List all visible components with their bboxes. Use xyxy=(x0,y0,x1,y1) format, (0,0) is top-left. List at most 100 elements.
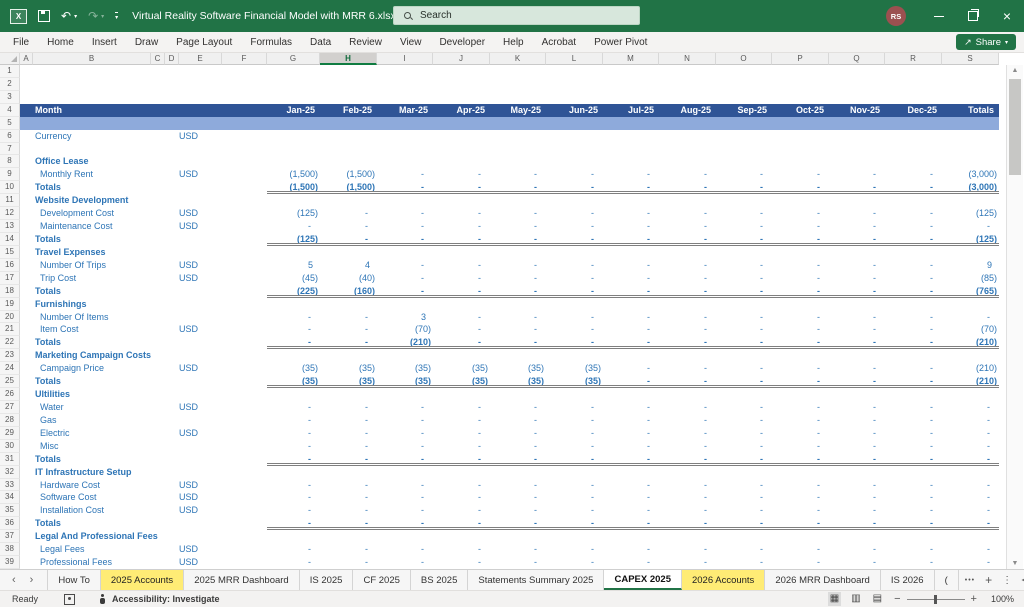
value-cell[interactable]: - xyxy=(546,323,603,336)
unit-cell[interactable]: USD xyxy=(179,207,222,220)
value-cell[interactable]: - xyxy=(433,556,490,569)
value-cell[interactable] xyxy=(377,130,433,143)
menu-tab-data[interactable]: Data xyxy=(301,32,340,53)
cell[interactable] xyxy=(20,349,33,362)
value-cell[interactable]: - xyxy=(546,543,603,556)
value-cell[interactable]: - xyxy=(659,556,716,569)
value-cell[interactable]: - xyxy=(772,323,829,336)
share-button[interactable]: ↗ Share ▾ xyxy=(956,34,1016,50)
value-cell[interactable]: - xyxy=(885,181,942,195)
value-cell[interactable]: (1,500) xyxy=(267,168,320,181)
value-cell[interactable]: - xyxy=(772,479,829,492)
value-cell[interactable]: - xyxy=(490,220,546,233)
row-header-24[interactable]: 24 xyxy=(0,362,20,376)
row-header-27[interactable]: 27 xyxy=(0,400,20,414)
menu-tab-page-layout[interactable]: Page Layout xyxy=(167,32,241,53)
unit-cell[interactable] xyxy=(179,414,222,427)
column-header-f[interactable]: F xyxy=(222,53,267,65)
value-cell[interactable]: - xyxy=(433,272,490,285)
column-header-g[interactable]: G xyxy=(267,53,320,65)
normal-view-button[interactable]: ▦ xyxy=(827,592,842,606)
record-macro-icon[interactable] xyxy=(64,593,76,605)
value-cell[interactable]: (35) xyxy=(320,375,377,389)
cell[interactable] xyxy=(222,479,267,492)
row-header-9[interactable]: 9 xyxy=(0,168,20,182)
row-label-trip-cost[interactable]: Trip Cost xyxy=(33,272,179,285)
unit-cell[interactable]: USD xyxy=(179,220,222,233)
sheet-tab-statements-summary-2025[interactable]: Statements Summary 2025 xyxy=(468,570,605,590)
horizontal-scrollbar[interactable]: ◄ ► xyxy=(1020,570,1024,590)
value-cell[interactable]: - xyxy=(659,336,716,350)
value-cell[interactable]: - xyxy=(320,311,377,324)
value-cell[interactable]: - xyxy=(490,401,546,414)
row-header-10[interactable]: 10 xyxy=(0,181,20,195)
value-cell[interactable]: - xyxy=(716,504,772,517)
value-cell[interactable]: (125) xyxy=(267,233,320,246)
column-header-a[interactable]: A xyxy=(20,53,33,65)
value-cell[interactable]: - xyxy=(377,272,433,285)
value-cell[interactable]: - xyxy=(603,362,659,375)
row-header-36[interactable]: 36 xyxy=(0,517,20,531)
value-cell[interactable]: (35) xyxy=(433,375,490,389)
row-label-totals[interactable]: Totals xyxy=(33,453,179,466)
value-cell[interactable]: - xyxy=(772,181,829,195)
section-label-it-infrastructure-setup[interactable]: IT Infrastructure Setup xyxy=(33,466,267,479)
value-cell[interactable]: - xyxy=(433,517,490,531)
cell[interactable] xyxy=(222,543,267,556)
value-cell[interactable]: - xyxy=(267,491,320,504)
value-cell[interactable]: - xyxy=(829,375,885,389)
value-cell[interactable]: - xyxy=(490,453,546,466)
value-cell[interactable] xyxy=(942,130,999,143)
unit-cell[interactable] xyxy=(179,336,222,349)
value-cell[interactable]: (35) xyxy=(377,375,433,389)
unit-cell[interactable]: USD xyxy=(179,427,222,440)
value-cell[interactable]: - xyxy=(433,504,490,517)
row-header-25[interactable]: 25 xyxy=(0,375,20,389)
section-label-travel-expenses[interactable]: Travel Expenses xyxy=(33,246,267,259)
row-header-15[interactable]: 15 xyxy=(0,245,20,259)
value-cell[interactable]: - xyxy=(716,491,772,504)
value-cell[interactable]: - xyxy=(772,168,829,181)
value-cell[interactable]: - xyxy=(546,479,603,492)
value-cell[interactable]: - xyxy=(267,517,320,531)
value-cell[interactable]: - xyxy=(546,517,603,531)
cell[interactable] xyxy=(222,491,267,504)
value-cell[interactable]: - xyxy=(716,543,772,556)
value-cell[interactable]: - xyxy=(942,311,999,324)
cell[interactable] xyxy=(179,103,222,117)
value-cell[interactable]: - xyxy=(433,414,490,427)
menu-tab-draw[interactable]: Draw xyxy=(126,32,167,53)
value-cell[interactable]: - xyxy=(490,168,546,181)
cell[interactable] xyxy=(222,103,267,117)
value-cell[interactable]: - xyxy=(885,362,942,375)
value-cell[interactable]: - xyxy=(885,491,942,504)
value-cell[interactable]: - xyxy=(716,479,772,492)
value-cell[interactable]: - xyxy=(603,168,659,181)
value-cell[interactable]: - xyxy=(603,181,659,195)
unit-cell[interactable]: USD xyxy=(179,323,222,336)
row-label-totals[interactable]: Totals xyxy=(33,375,179,388)
section-label-website-development[interactable]: Website Development xyxy=(33,194,267,207)
value-cell[interactable]: - xyxy=(716,220,772,233)
value-cell[interactable]: (3,000) xyxy=(942,181,999,195)
value-cell[interactable]: - xyxy=(433,543,490,556)
row-header-34[interactable]: 34 xyxy=(0,491,20,505)
row-label-maintenance-cost[interactable]: Maintenance Cost xyxy=(33,220,179,233)
value-cell[interactable]: - xyxy=(490,272,546,285)
value-cell[interactable]: - xyxy=(885,453,942,466)
row-label-totals[interactable]: Totals xyxy=(33,517,179,530)
value-cell[interactable]: - xyxy=(490,491,546,504)
value-cell[interactable]: - xyxy=(603,414,659,427)
value-cell[interactable]: - xyxy=(659,168,716,181)
cell[interactable] xyxy=(222,336,267,349)
cell[interactable] xyxy=(20,103,33,117)
cell[interactable] xyxy=(20,466,33,479)
value-cell[interactable]: - xyxy=(433,453,490,466)
value-cell[interactable]: - xyxy=(659,220,716,233)
row-label-totals[interactable]: Totals xyxy=(33,233,179,246)
row-header-6[interactable]: 6 xyxy=(0,129,20,143)
value-cell[interactable]: - xyxy=(377,517,433,531)
value-cell[interactable]: - xyxy=(716,517,772,531)
unit-cell[interactable]: USD xyxy=(179,543,222,556)
value-cell[interactable]: (765) xyxy=(942,285,999,298)
